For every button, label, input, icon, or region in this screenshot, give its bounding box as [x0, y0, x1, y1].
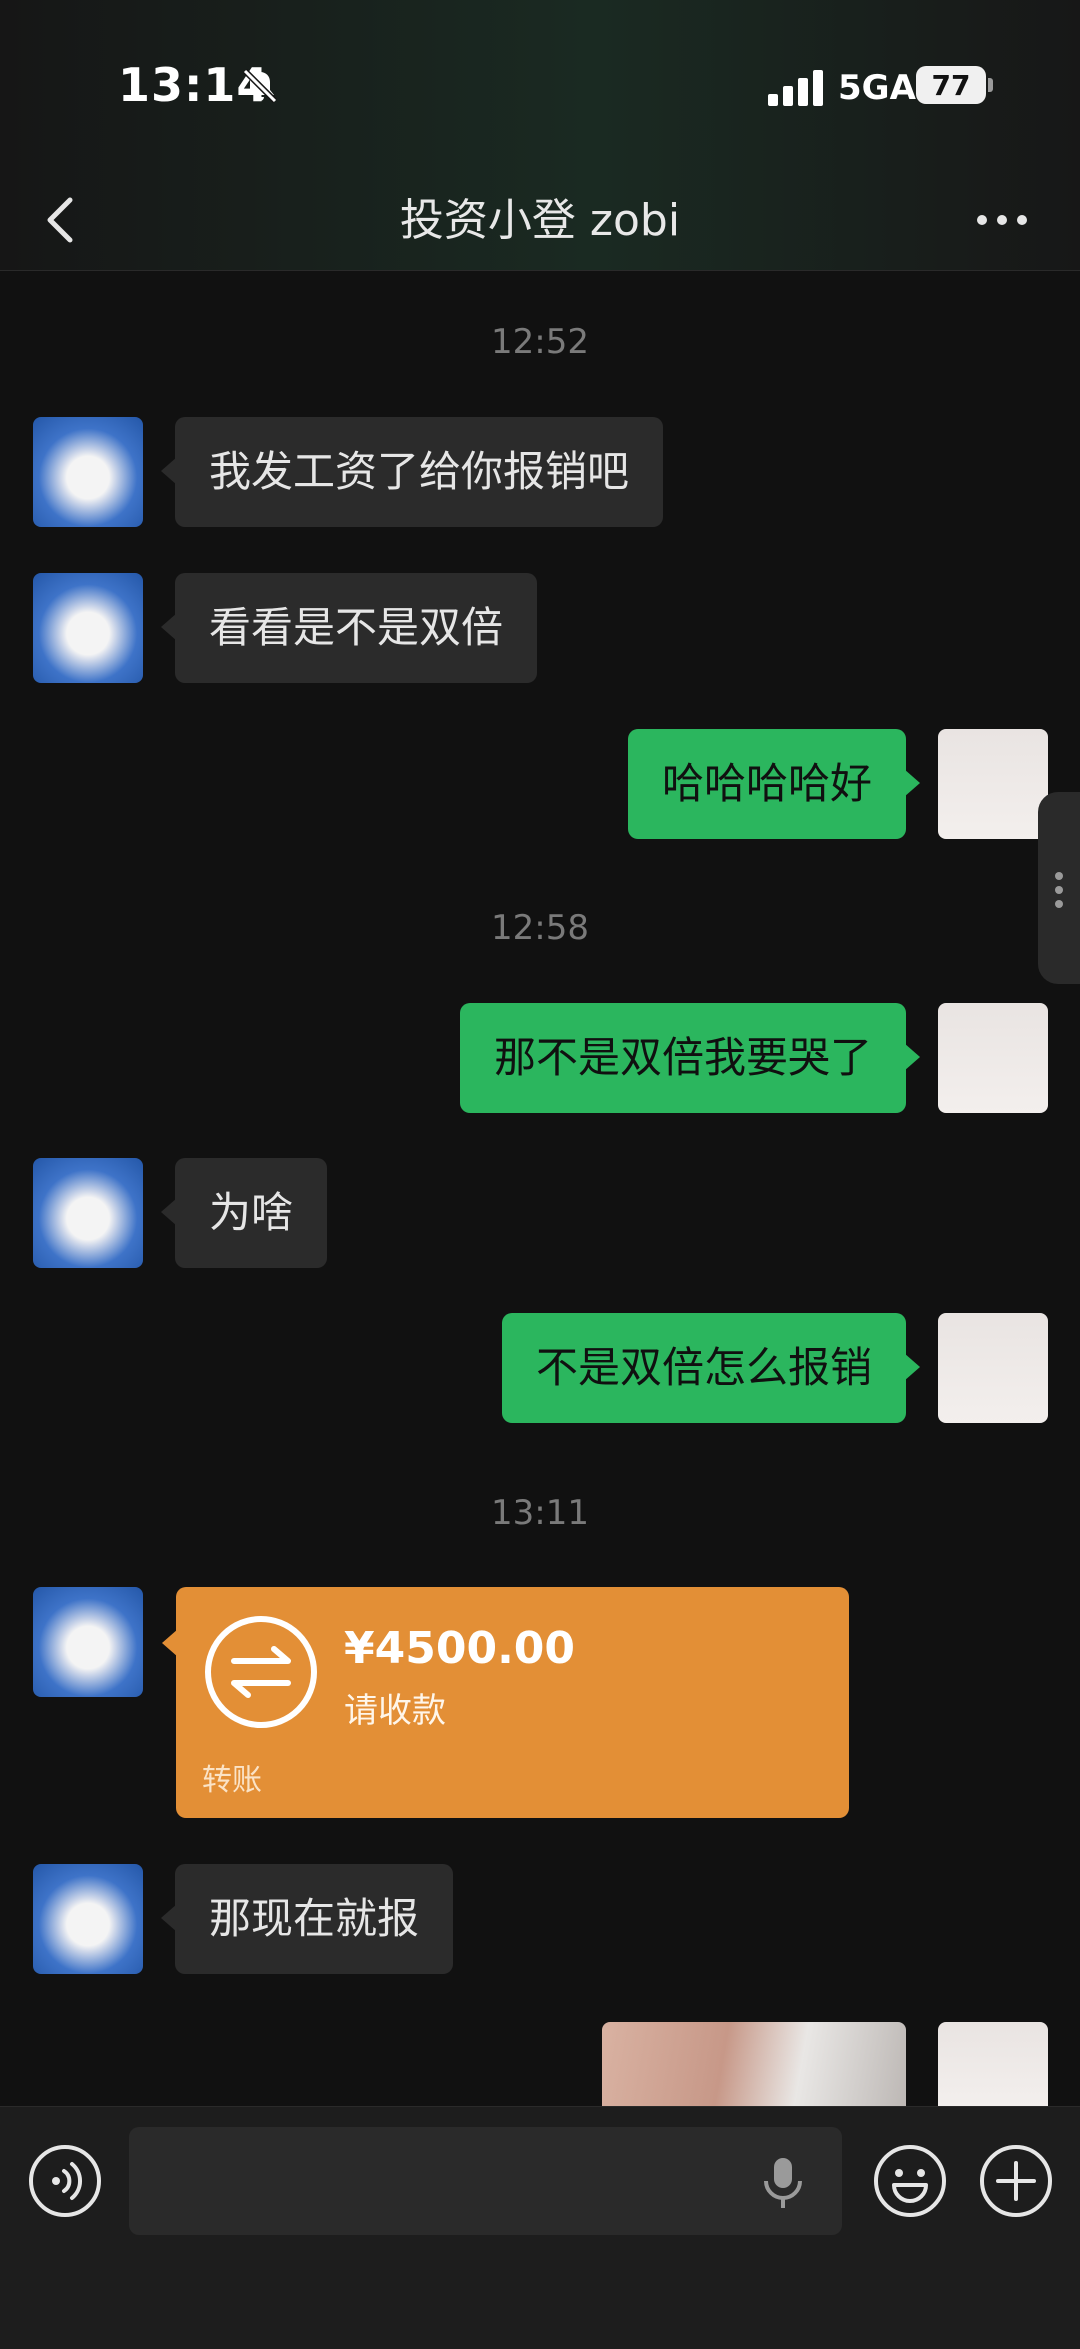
avatar-contact[interactable] [33, 1158, 143, 1268]
network-type: 5GA [838, 68, 916, 108]
timestamp: 13:11 [491, 1493, 589, 1533]
avatar-self[interactable] [938, 729, 1048, 839]
message-input[interactable] [129, 2127, 842, 2235]
avatar-contact[interactable] [33, 1864, 143, 1974]
bell-off-icon [242, 68, 278, 104]
battery-indicator: 77 [916, 66, 986, 104]
status-bar: 13:14 5GA 77 [0, 0, 1080, 170]
input-bar [0, 2106, 1080, 2349]
message-bubble-incoming[interactable]: 看看是不是双倍 [160, 573, 538, 683]
image-message[interactable] [602, 2022, 906, 2106]
message-bubble-incoming[interactable]: 为啥 [160, 1158, 328, 1268]
transfer-card[interactable]: ¥4500.00 请收款 转账 [162, 1587, 849, 1818]
voice-icon[interactable] [27, 2143, 103, 2219]
avatar-self[interactable] [938, 1313, 1048, 1423]
more-icon[interactable] [972, 192, 1032, 248]
chat-header: 投资小登 zobi [0, 170, 1080, 271]
avatar-contact[interactable] [33, 573, 143, 683]
message-bubble-outgoing[interactable]: 哈哈哈哈好 [627, 729, 921, 839]
timestamp: 12:52 [491, 322, 589, 362]
side-handle[interactable] [1038, 792, 1080, 984]
chat-title: 投资小登 zobi [399, 195, 681, 246]
message-bubble-incoming[interactable]: 我发工资了给你报销吧 [160, 417, 664, 527]
avatar-contact[interactable] [33, 417, 143, 527]
message-bubble-incoming[interactable]: 那现在就报 [160, 1864, 454, 1974]
emoji-icon[interactable] [872, 2143, 948, 2219]
microphone-icon[interactable] [760, 2155, 806, 2211]
avatar-contact[interactable] [33, 1587, 143, 1697]
message-bubble-outgoing[interactable]: 不是双倍怎么报销 [501, 1313, 921, 1423]
transfer-label: 转账 [202, 1763, 262, 1798]
plus-icon[interactable] [978, 2143, 1054, 2219]
transfer-icon [205, 1616, 317, 1728]
avatar-self[interactable] [938, 1003, 1048, 1113]
transfer-subtitle: 请收款 [344, 1691, 446, 1731]
transfer-amount: ¥4500.00 [344, 1623, 576, 1674]
timestamp: 12:58 [491, 908, 589, 948]
signal-icon [768, 70, 823, 106]
battery-cap [988, 78, 993, 92]
avatar-self[interactable] [938, 2022, 1048, 2106]
message-bubble-outgoing[interactable]: 那不是双倍我要哭了 [459, 1003, 921, 1113]
